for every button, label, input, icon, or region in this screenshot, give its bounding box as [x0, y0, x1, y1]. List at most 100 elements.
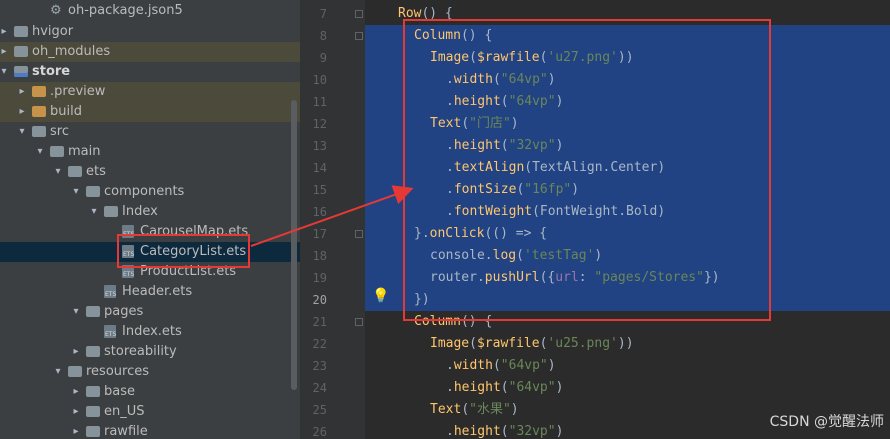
- line-number: 7: [319, 7, 327, 21]
- chevron-right-icon[interactable]: ▸: [16, 102, 28, 122]
- tree-item[interactable]: ▾ resources: [0, 362, 300, 382]
- chevron-down-icon[interactable]: ▾: [70, 302, 82, 322]
- tree-item[interactable]: ▸ en_US: [0, 402, 300, 422]
- code-line[interactable]: Text("水果"): [430, 399, 519, 421]
- tree-item[interactable]: ETS Index.ets: [0, 322, 300, 342]
- folder-icon: [104, 206, 118, 217]
- line-number: 22: [312, 337, 327, 351]
- watermark: CSDN @觉醒法师: [769, 414, 884, 430]
- line-number: 10: [312, 73, 327, 87]
- folder-icon: [86, 346, 100, 357]
- chevron-down-icon[interactable]: ▾: [34, 142, 46, 162]
- annotation-box-file: [117, 234, 250, 268]
- line-number: 14: [312, 161, 327, 175]
- folder-icon: [32, 106, 46, 117]
- line-number: 15: [312, 183, 327, 197]
- tree-item-label: .preview: [50, 84, 106, 99]
- line-number: 24: [312, 381, 327, 395]
- folder-icon: [68, 366, 82, 377]
- tree-item-label: build: [50, 104, 82, 119]
- tree-item-label: store: [32, 64, 71, 79]
- folder-icon: [14, 26, 28, 37]
- line-number: 8: [319, 29, 327, 43]
- tree-item[interactable]: ▸ .preview: [0, 82, 300, 102]
- chevron-right-icon[interactable]: ▸: [70, 382, 82, 402]
- chevron-down-icon[interactable]: ▾: [70, 182, 82, 202]
- fold-marker-icon[interactable]: [355, 230, 363, 238]
- line-number: 16: [312, 205, 327, 219]
- code-line[interactable]: .height("32vp"): [446, 421, 563, 439]
- line-number: 11: [312, 95, 327, 109]
- folder-icon: [14, 46, 28, 57]
- fold-marker-icon[interactable]: [355, 32, 363, 40]
- line-gutter: 7 8 9 10 11 12 13 14 15 16 17 18 19 20 21 22 23 24 25 26: [301, 0, 365, 439]
- tree-item[interactable]: ⚙ oh-package.json5: [0, 1, 300, 21]
- tree-item-label: base: [104, 384, 135, 399]
- project-tree[interactable]: ⚙ oh-package.json5 ▸ hvigor ▸ oh_modules ▾ stor…: [0, 0, 300, 439]
- line-number: 18: [312, 249, 327, 263]
- annotation-box-code: [403, 19, 771, 321]
- tree-item-label: components: [104, 184, 185, 199]
- gear-file-icon: ⚙: [50, 3, 62, 18]
- folder-icon: [86, 386, 100, 397]
- tree-item[interactable]: ▸ storeability: [0, 342, 300, 362]
- tree-item-label: storeability: [104, 344, 177, 359]
- tree-item[interactable]: ▾ components: [0, 182, 300, 202]
- tree-item[interactable]: ▾ src: [0, 122, 300, 142]
- ets-file-icon: ETS: [104, 285, 116, 298]
- chevron-right-icon[interactable]: ▸: [0, 22, 10, 42]
- fold-marker-icon[interactable]: [355, 10, 363, 18]
- chevron-down-icon[interactable]: ▾: [0, 62, 10, 82]
- tree-item-label: rawfile: [104, 424, 148, 439]
- line-number: 12: [312, 117, 327, 131]
- tree-item-label: src: [50, 124, 69, 139]
- scrollbar[interactable]: [291, 100, 297, 390]
- tree-item[interactable]: ▸ oh_modules: [0, 42, 300, 62]
- folder-icon: [50, 146, 64, 157]
- code-text: .width("64vp"): [446, 358, 556, 373]
- tree-item[interactable]: ▾ pages: [0, 302, 300, 322]
- chevron-right-icon[interactable]: ▸: [70, 342, 82, 362]
- tree-item-label: oh_modules: [32, 44, 111, 59]
- tree-item[interactable]: ▾ store: [0, 62, 300, 82]
- chevron-down-icon[interactable]: ▾: [88, 202, 100, 222]
- fold-marker-icon[interactable]: [355, 318, 363, 326]
- chevron-down-icon[interactable]: ▾: [16, 122, 28, 142]
- tree-item-label: pages: [104, 304, 144, 319]
- chevron-right-icon[interactable]: ▸: [16, 82, 28, 102]
- chevron-right-icon[interactable]: ▸: [70, 422, 82, 439]
- tree-item-label: Index: [122, 204, 158, 219]
- ets-file-icon: ETS: [104, 325, 116, 338]
- folder-icon: [86, 186, 100, 197]
- lightbulb-icon[interactable]: 💡: [372, 288, 389, 304]
- line-number: 13: [312, 139, 327, 153]
- tree-item[interactable]: ▾ ets: [0, 162, 300, 182]
- folder-icon: [86, 406, 100, 417]
- line-number: 26: [312, 425, 327, 439]
- code-text: Image($rawfile('u25.png')): [430, 336, 634, 351]
- chevron-right-icon[interactable]: ▸: [70, 402, 82, 422]
- line-number: 25: [312, 403, 327, 417]
- module-folder-icon: [14, 66, 28, 77]
- tree-item[interactable]: ▸ base: [0, 382, 300, 402]
- tree-item-label: hvigor: [32, 24, 74, 39]
- tree-item[interactable]: ▾ Index: [0, 202, 300, 222]
- folder-icon: [68, 166, 82, 177]
- code-line[interactable]: .width("64vp"): [446, 355, 556, 377]
- tree-item-label: Header.ets: [122, 284, 193, 299]
- line-number: 20: [312, 293, 327, 307]
- line-number: 21: [312, 315, 327, 329]
- tree-item[interactable]: ▸ build: [0, 102, 300, 122]
- tree-item[interactable]: ▾ main: [0, 142, 300, 162]
- chevron-down-icon[interactable]: ▾: [52, 162, 64, 182]
- tree-item-label: oh-package.json5: [68, 3, 183, 18]
- chevron-down-icon[interactable]: ▾: [52, 362, 64, 382]
- tree-item[interactable]: ETS Header.ets: [0, 282, 300, 302]
- code-line[interactable]: Image($rawfile('u25.png')): [430, 333, 634, 355]
- tree-item-label: en_US: [104, 404, 145, 419]
- line-number: 23: [312, 359, 327, 373]
- code-line[interactable]: .height("64vp"): [446, 377, 563, 399]
- chevron-right-icon[interactable]: ▸: [0, 42, 10, 62]
- tree-item[interactable]: ▸ rawfile: [0, 422, 300, 439]
- tree-item[interactable]: ▸ hvigor: [0, 22, 300, 42]
